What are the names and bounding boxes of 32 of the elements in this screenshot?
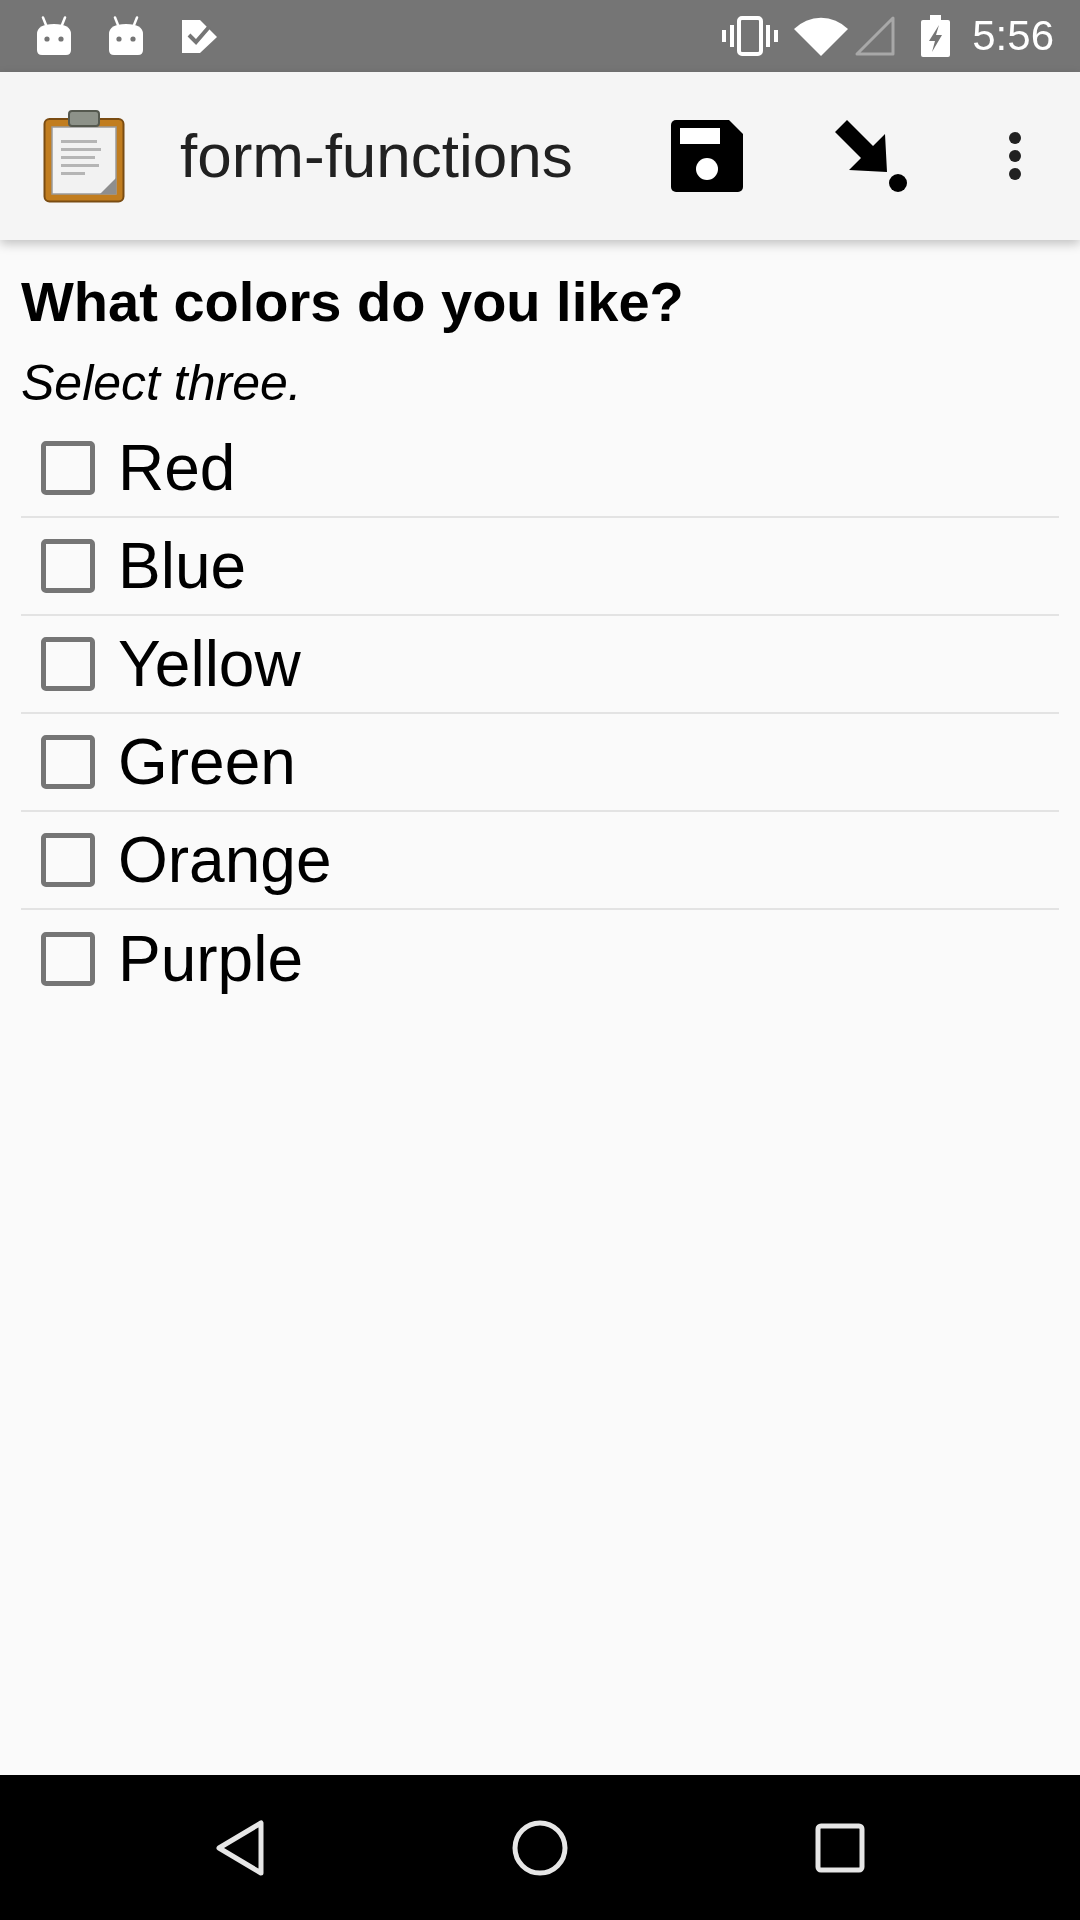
more-menu-icon [1009,132,1021,180]
recent-apps-button[interactable] [815,1822,865,1873]
vibrate-icon [722,15,779,57]
android-icon [36,16,72,56]
clock-time: 5:56 [972,12,1054,60]
check-tag-icon [180,17,218,55]
checkbox[interactable] [41,539,95,593]
option-label[interactable]: Purple [118,921,303,997]
clipboard-icon [43,109,125,203]
app-title: form-functions [180,120,574,192]
checkbox[interactable] [41,932,95,986]
battery-charging-icon [921,15,951,57]
recent-apps-icon [815,1822,865,1873]
option-label[interactable]: Green [118,724,296,800]
arrow-dot-icon [835,120,907,192]
home-icon [512,1819,568,1876]
option-label[interactable]: Blue [118,528,247,604]
checkbox[interactable] [41,735,95,789]
checkbox[interactable] [41,637,95,691]
signal-icon [854,16,896,56]
wifi-icon [793,16,850,56]
android-icon [108,16,144,56]
back-icon [215,1819,265,1876]
option-label[interactable]: Yellow [118,626,301,702]
option-label[interactable]: Red [118,430,236,506]
option-label[interactable]: Orange [118,822,332,898]
back-button[interactable] [215,1819,265,1876]
checkbox[interactable] [41,441,95,495]
question-label: What colors do you like? [21,269,685,335]
checkbox[interactable] [41,833,95,887]
question-hint: Select three. [21,354,303,413]
home-button[interactable] [512,1819,568,1876]
